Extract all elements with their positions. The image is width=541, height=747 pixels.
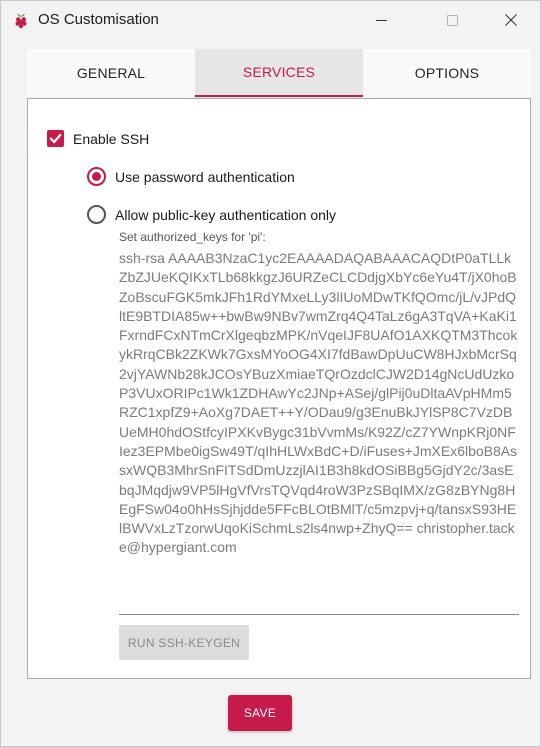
window-title: OS Customisation <box>38 11 159 28</box>
checkmark-icon <box>49 133 62 144</box>
pubkey-auth-option[interactable]: Allow public-key authentication only <box>87 205 336 224</box>
tab-services[interactable]: SERVICES <box>195 49 363 97</box>
password-auth-option[interactable]: Use password authentication <box>87 167 295 186</box>
close-icon <box>505 14 517 26</box>
minimize-icon <box>375 19 387 21</box>
password-auth-radio[interactable] <box>87 167 106 186</box>
minimize-button[interactable] <box>358 1 404 39</box>
maximize-icon <box>446 14 458 26</box>
enable-ssh-label: Enable SSH <box>73 130 150 147</box>
radio-selected-dot <box>92 172 101 181</box>
enable-ssh-row[interactable]: Enable SSH <box>47 130 149 147</box>
tab-bar: GENERAL SERVICES OPTIONS <box>27 49 531 97</box>
os-customisation-window: OS Customisation GENERAL SERVICES OPTION… <box>0 0 541 747</box>
raspberry-pi-icon <box>15 13 27 29</box>
run-ssh-keygen-button[interactable]: RUN SSH-KEYGEN <box>119 625 249 660</box>
pubkey-auth-radio[interactable] <box>87 205 106 224</box>
pubkey-auth-label: Allow public-key authentication only <box>115 206 337 223</box>
maximize-button[interactable] <box>429 1 475 39</box>
save-button[interactable]: SAVE <box>228 695 292 731</box>
close-button[interactable] <box>488 1 534 39</box>
tab-general[interactable]: GENERAL <box>27 49 195 97</box>
password-auth-label: Use password authentication <box>115 168 295 185</box>
enable-ssh-checkbox[interactable] <box>47 130 64 147</box>
tab-options[interactable]: OPTIONS <box>363 49 531 97</box>
authorized-keys-label: Set authorized_keys for 'pi': <box>119 230 266 244</box>
title-bar: OS Customisation <box>1 1 540 39</box>
authorized-keys-field[interactable]: ssh-rsa AAAAB3NzaC1yc2EAAAADAQABAAACAQDt… <box>119 249 519 615</box>
